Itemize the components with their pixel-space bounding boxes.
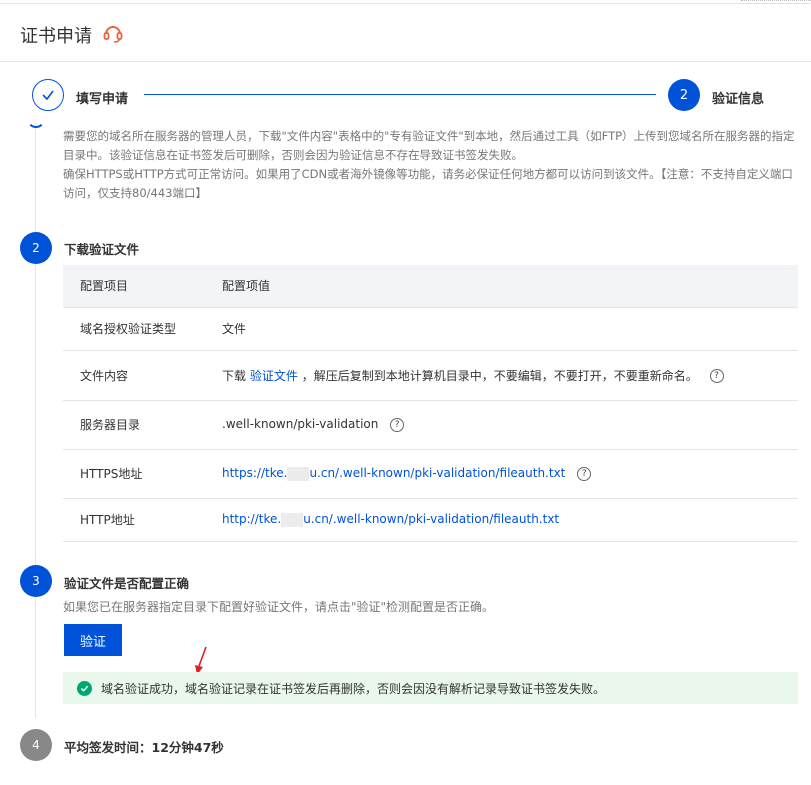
row-value: 文件 — [205, 307, 798, 351]
page-header: 证书申请 — [0, 6, 811, 62]
table-row: 文件内容 下载 验证文件 ，解压后复制到本地计算机目录中，不要编辑，不要打开，不… — [63, 350, 798, 401]
row-key: HTTPS地址 — [63, 449, 205, 499]
table-row: HTTP地址 http://tke. u.cn/.well-known/pki-v… — [63, 498, 798, 542]
row-value: http://tke. u.cn/.well-known/pki-validati… — [205, 498, 798, 542]
table-row: 服务器目录 .well-known/pki-validation ? — [63, 400, 798, 450]
intro-text: 需要您的域名所在服务器的管理人员，下载"文件内容"表格中的"专有验证文件"到本地… — [63, 127, 803, 203]
success-check-icon — [77, 680, 92, 696]
row-value: 下载 验证文件 ，解压后复制到本地计算机目录中，不要编辑，不要打开，不要重新命名… — [205, 350, 798, 401]
redacted-mask — [287, 466, 310, 481]
success-alert: 域名验证成功，域名验证记录在证书签发后再删除，否则会因没有解析记录导致证书签发失… — [63, 672, 798, 704]
verify-button[interactable]: 验证 — [64, 624, 122, 656]
download-suffix: ，解压后复制到本地计算机目录中，不要编辑，不要打开，不要重新命名。 — [301, 368, 698, 383]
help-icon[interactable]: ? — [577, 466, 592, 481]
https-url-link[interactable]: https://tke. u.cn/.well-known/pki-validat… — [222, 466, 565, 481]
check-icon — [42, 90, 54, 101]
section-3-title: 验证文件是否配置正确 — [64, 576, 190, 591]
section-3-description: 如果您已在服务器指定目录下配置好验证文件，请点击"验证"检测配置是否正确。 — [63, 600, 495, 614]
column-header-item: 配置项目 — [63, 265, 205, 308]
config-table: 配置项目 配置项值 域名授权验证类型 文件 文件内容 下载 验证文件 ，解压后复… — [63, 265, 798, 542]
headset-icon[interactable] — [102, 22, 124, 44]
server-directory-value: .well-known/pki-validation — [222, 417, 379, 432]
column-header-value: 配置项值 — [205, 265, 798, 308]
table-row: HTTPS地址 https://tke. u.cn/.well-known/pki… — [63, 449, 798, 499]
download-verify-file-link[interactable]: 验证文件 — [250, 369, 298, 383]
table-header-row: 配置项目 配置项值 — [63, 265, 798, 308]
step-1-done-circle — [32, 79, 64, 111]
top-dash — [741, 0, 811, 2]
step-1-label: 填写申请 — [76, 92, 129, 107]
row-key: 域名授权验证类型 — [63, 307, 205, 351]
row-value: .well-known/pki-validation ? — [205, 400, 798, 450]
page-title: 证书申请 — [20, 26, 92, 47]
average-issue-time-value: 12分钟47秒 — [151, 740, 224, 755]
average-issue-time: 平均签发时间：12分钟47秒 — [64, 737, 224, 756]
step-2-circle: 2 — [668, 79, 700, 111]
help-icon[interactable]: ? — [390, 417, 405, 432]
row-value: https://tke. u.cn/.well-known/pki-validat… — [205, 449, 798, 499]
download-prefix: 下载 — [222, 368, 247, 383]
table-row: 域名授权验证类型 文件 — [63, 307, 798, 351]
row-key: HTTP地址 — [63, 498, 205, 542]
section-4-number: 4 — [20, 729, 52, 761]
section-2-title: 下载验证文件 — [64, 242, 140, 257]
intro-line-1: 需要您的域名所在服务器的管理人员，下载"文件内容"表格中的"专有验证文件"到本地… — [63, 129, 795, 162]
timeline-line — [35, 118, 36, 718]
step-2-label: 验证信息 — [712, 92, 765, 107]
intro-line-2: 确保HTTPS或HTTP方式可正常访问。如果用了CDN或者海外镜像等功能，请务必… — [63, 167, 793, 200]
stepper: 填写申请 2 验证信息 — [0, 63, 811, 123]
redacted-mask — [281, 512, 304, 527]
help-icon[interactable]: ? — [709, 369, 724, 383]
average-issue-time-label: 平均签发时间： — [64, 740, 152, 755]
http-url-link[interactable]: http://tke. u.cn/.well-known/pki-validati… — [222, 512, 559, 527]
steps-connector — [144, 94, 656, 95]
success-message: 域名验证成功，域名验证记录在证书签发后再删除，否则会因没有解析记录导致证书签发失… — [101, 681, 606, 696]
section-2-number: 2 — [20, 232, 52, 264]
top-border — [0, 0, 811, 4]
row-key: 文件内容 — [63, 350, 205, 401]
row-key: 服务器目录 — [63, 400, 205, 450]
section-3-number: 3 — [20, 565, 52, 597]
